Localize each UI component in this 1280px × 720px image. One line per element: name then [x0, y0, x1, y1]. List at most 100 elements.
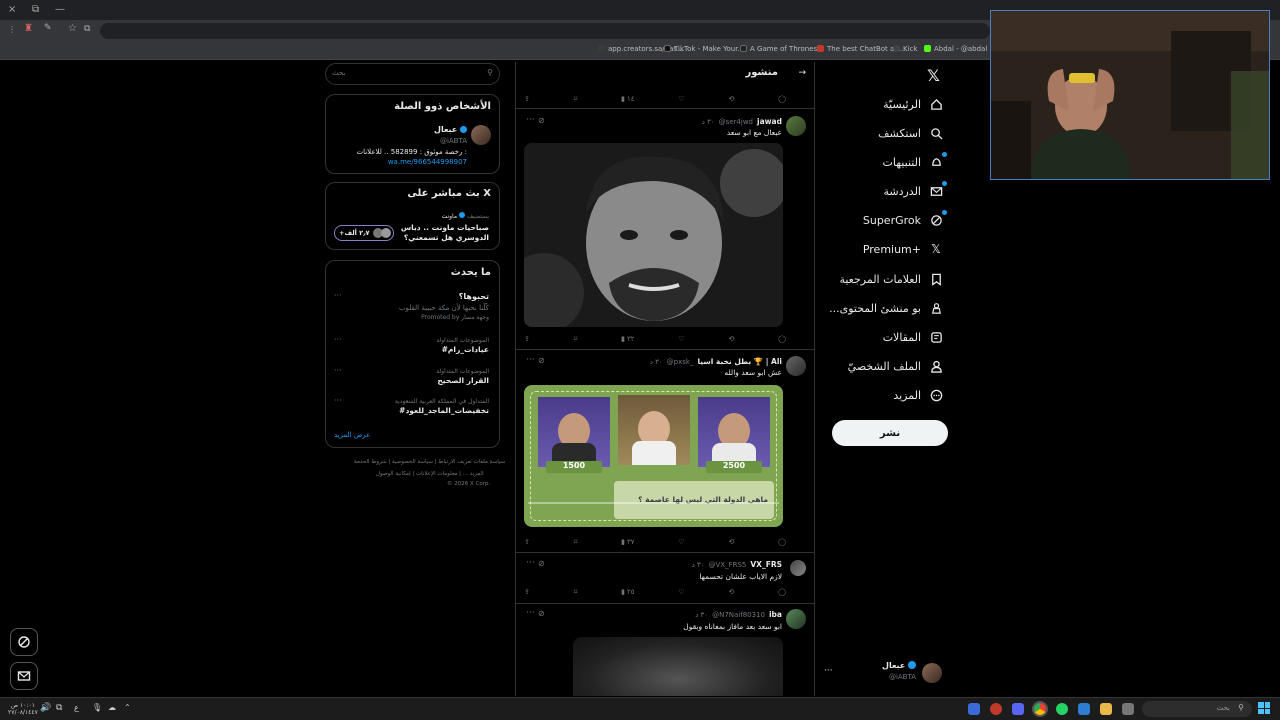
chevron-up-icon[interactable]: ⌃: [124, 703, 131, 712]
repost-icon[interactable]: ⟲: [728, 538, 734, 546]
search-input[interactable]: ⚲ بحث: [325, 63, 500, 85]
clock[interactable]: ١٠:٠١ ص ٢٧/٠٨/١٤٤٧: [8, 702, 38, 716]
like-icon[interactable]: ♡: [678, 95, 684, 103]
folder-icon[interactable]: [1100, 703, 1112, 715]
nav-articles[interactable]: المقالات: [883, 325, 943, 349]
bio-link[interactable]: wa.me/966544998907: [388, 158, 467, 166]
grok-icon[interactable]: ⊘: [538, 356, 545, 365]
nav-notifications[interactable]: التنبيهات: [883, 150, 947, 174]
author-handle[interactable]: @VX_FRS5: [708, 561, 746, 569]
listeners-pill[interactable]: +٢٫٧ ألف: [334, 225, 394, 241]
minimize-icon[interactable]: —: [55, 4, 65, 15]
trend-name[interactable]: القرار الصحيح: [437, 376, 489, 385]
whatsapp-icon[interactable]: [1056, 703, 1068, 715]
bookmark-item[interactable]: Kick: [893, 45, 917, 53]
share-icon[interactable]: ⇪: [524, 588, 530, 596]
start-icon[interactable]: [1258, 702, 1270, 714]
more-dots-icon[interactable]: ···: [824, 666, 833, 676]
nav-explore[interactable]: استكشف: [878, 121, 943, 145]
nav-creator-studio[interactable]: ...بو منشئ المحتوى: [829, 296, 943, 320]
network-icon[interactable]: ⧉: [56, 703, 62, 713]
post-time[interactable]: ٣٠ د: [692, 561, 705, 569]
avatar[interactable]: [786, 609, 806, 629]
post-time[interactable]: ٣٠ د: [650, 358, 663, 366]
star-icon[interactable]: ☆: [68, 23, 77, 34]
author-name[interactable]: jawad: [757, 117, 782, 126]
video-progress-bar[interactable]: [528, 502, 779, 504]
bookmark-item[interactable]: A Game of Thrones...: [740, 45, 824, 53]
footer-link[interactable]: المزيد ...: [463, 471, 484, 477]
more-dots-icon[interactable]: ···: [334, 396, 342, 405]
trend-name[interactable]: #عيادات_رام: [442, 345, 489, 354]
author-name[interactable]: بطل نخبة اسيا 🏆 | Ali: [697, 357, 782, 366]
avatar[interactable]: [790, 560, 806, 576]
extension-puzzle-icon[interactable]: ✎: [44, 23, 52, 33]
grok-icon[interactable]: ⊘: [538, 609, 545, 618]
views-count[interactable]: ▮ ١٤: [621, 95, 634, 103]
app-icon[interactable]: [968, 703, 980, 715]
like-icon[interactable]: ♡: [678, 588, 684, 596]
repost-icon[interactable]: ⟲: [728, 335, 734, 343]
author-name[interactable]: VX_FRS: [750, 560, 782, 569]
extension-icon[interactable]: ♜: [24, 23, 33, 34]
user-name[interactable]: عبعال: [434, 125, 457, 134]
reply-icon[interactable]: ◯: [778, 335, 786, 343]
more-dots-icon[interactable]: ···: [526, 608, 535, 618]
trend-name[interactable]: تحبوها؟: [459, 292, 489, 301]
tab-icon[interactable]: ⧉: [84, 24, 90, 34]
bookmark-icon[interactable]: ⌑: [574, 95, 578, 103]
views-count[interactable]: ▮ ٣٧: [621, 538, 634, 546]
nav-more[interactable]: المزيد: [893, 383, 943, 407]
avatar[interactable]: [786, 356, 806, 376]
share-icon[interactable]: ⇪: [524, 95, 530, 103]
x-logo-icon[interactable]: 𝕏: [927, 66, 940, 85]
reply-icon[interactable]: ◯: [778, 588, 786, 596]
views-count[interactable]: ▮ ٢٥: [621, 588, 634, 596]
post-video[interactable]: 1500 2500 ماهي الدولة التي ليس لها عاصمة…: [524, 385, 783, 527]
repost-icon[interactable]: ⟲: [728, 95, 734, 103]
grok-floating-button[interactable]: [10, 628, 38, 656]
more-dots-icon[interactable]: ···: [526, 355, 535, 365]
app-icon[interactable]: [990, 703, 1002, 715]
address-field[interactable]: [100, 23, 990, 39]
more-dots-icon[interactable]: ···: [526, 115, 535, 125]
onedrive-icon[interactable]: ☁: [108, 703, 116, 712]
grok-icon[interactable]: ⊘: [538, 116, 545, 125]
more-dots-icon[interactable]: ···: [334, 335, 342, 344]
more-dots-icon[interactable]: ···: [334, 291, 342, 300]
microphone-icon[interactable]: 🎙: [92, 703, 102, 712]
bookmark-icon[interactable]: ⌑: [574, 335, 578, 343]
avatar[interactable]: [786, 116, 806, 136]
nav-premium[interactable]: 𝕏 Premium+: [863, 237, 943, 261]
post-image[interactable]: [524, 143, 783, 327]
space-title[interactable]: صباحيات ماونت .. دباس: [401, 223, 489, 232]
restore-icon[interactable]: ⧉: [32, 4, 39, 15]
share-icon[interactable]: ⇪: [524, 335, 530, 343]
avatar[interactable]: [471, 125, 491, 145]
trend-name[interactable]: #تخفيضات_الماجد_للعود: [399, 406, 489, 415]
post-time[interactable]: ٣٠ د: [695, 611, 708, 619]
chrome-icon[interactable]: [1034, 703, 1046, 715]
views-count[interactable]: ▮ ٣٢: [621, 335, 634, 343]
show-more-link[interactable]: عرض المزيد: [334, 431, 370, 439]
post-image[interactable]: [573, 637, 783, 696]
store-icon[interactable]: [1122, 703, 1134, 715]
repost-icon[interactable]: ⟲: [728, 588, 734, 596]
footer-link[interactable]: سياسة ملفات تعريف الارتباط: [438, 459, 505, 465]
nav-profile[interactable]: الملف الشخصيّ: [848, 354, 943, 378]
language-indicator[interactable]: ع: [74, 703, 79, 712]
host-name[interactable]: ماونت: [442, 213, 458, 220]
footer-link[interactable]: سياسة الخصوصية: [392, 459, 433, 465]
post-time[interactable]: ٣٠ د: [702, 118, 715, 126]
app-icon[interactable]: [1078, 703, 1090, 715]
nav-bookmarks[interactable]: العلامات المرجعية: [839, 267, 943, 291]
post-button[interactable]: نشر: [832, 420, 948, 446]
messages-floating-button[interactable]: [10, 662, 38, 690]
bookmark-icon[interactable]: ⌑: [574, 588, 578, 596]
author-name[interactable]: iba: [769, 610, 782, 619]
account-switcher[interactable]: عبعال @iABTA ···: [822, 658, 944, 688]
volume-icon[interactable]: 🔊: [40, 703, 51, 713]
space-title-line2[interactable]: الدوسري هل تسمعني؟: [404, 233, 489, 242]
menu-dots-icon[interactable]: ⋮: [8, 25, 16, 34]
more-dots-icon[interactable]: ···: [526, 558, 535, 568]
